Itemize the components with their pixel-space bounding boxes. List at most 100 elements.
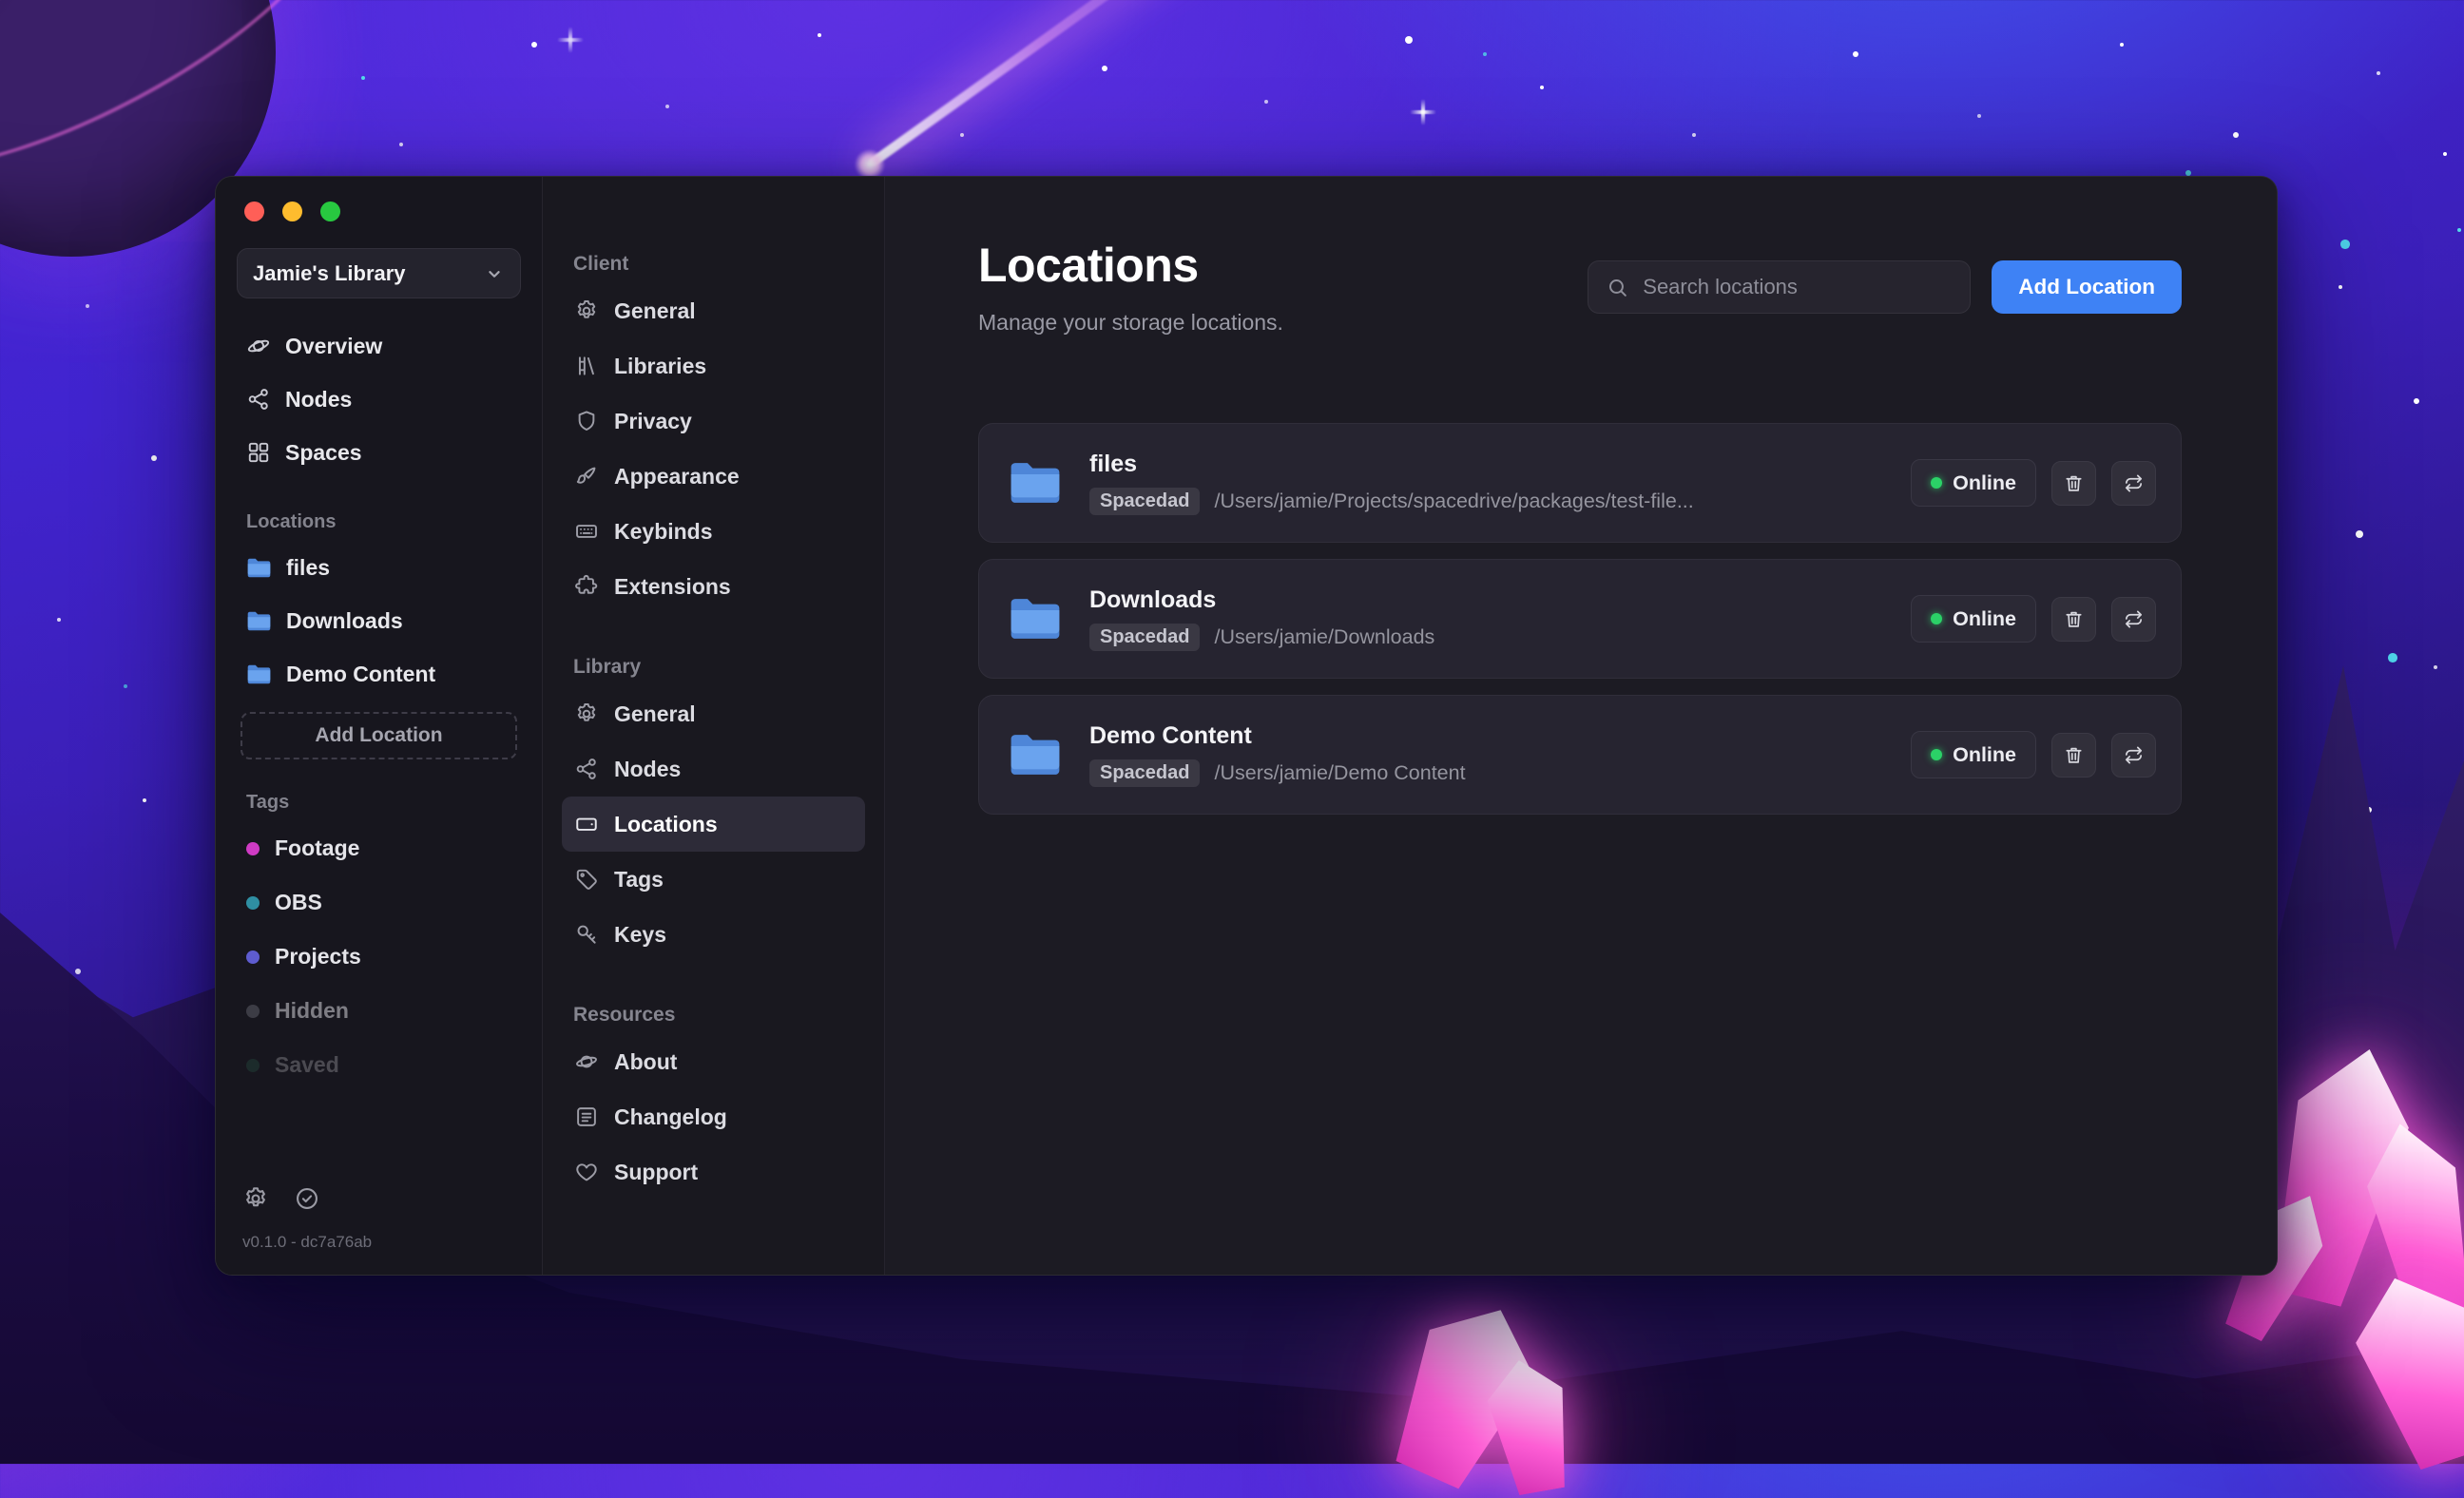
tag-dot xyxy=(246,950,260,964)
search-input[interactable] xyxy=(1643,275,1954,299)
settings-item-keys[interactable]: Keys xyxy=(562,907,865,962)
check-circle-icon[interactable] xyxy=(294,1185,320,1212)
settings-item-label: General xyxy=(614,298,696,323)
settings-item-label: Tags xyxy=(614,866,664,892)
locations-icon xyxy=(574,812,599,836)
settings-item-label: Privacy xyxy=(614,408,692,433)
settings-item-extensions[interactable]: Extensions xyxy=(562,559,865,614)
sidebar-tag-saved[interactable]: Saved xyxy=(237,1038,521,1092)
status-label: Online xyxy=(1953,606,2016,630)
close-window-button[interactable] xyxy=(244,202,264,221)
delete-location-button[interactable] xyxy=(2051,732,2096,778)
tag-icon xyxy=(574,867,599,892)
settings-item-label: Changelog xyxy=(614,1104,727,1129)
sidebar-item-spaces[interactable]: Spaces xyxy=(237,426,521,479)
settings-section-resources: Resources xyxy=(573,1004,676,1026)
sidebar-item-nodes[interactable]: Nodes xyxy=(237,373,521,426)
sidebar-add-location-button[interactable]: Add Location xyxy=(241,712,517,759)
key-icon xyxy=(574,922,599,947)
add-location-button[interactable]: Add Location xyxy=(1992,260,2182,314)
sidebar-nav: Overview Nodes Spaces xyxy=(237,319,521,479)
minimize-window-button[interactable] xyxy=(282,202,302,221)
puzzle-icon xyxy=(574,574,599,599)
trash-icon xyxy=(2063,744,2085,766)
sidebar-location-label: Downloads xyxy=(286,607,403,633)
delete-location-button[interactable] xyxy=(2051,596,2096,642)
sidebar-tag-obs[interactable]: OBS xyxy=(237,875,521,930)
settings-item-locations[interactable]: Locations xyxy=(562,797,865,852)
sidebar-tag-projects[interactable]: Projects xyxy=(237,930,521,984)
status-label: Online xyxy=(1953,471,2016,494)
gear-icon xyxy=(574,701,599,726)
settings-item-changelog[interactable]: Changelog xyxy=(562,1089,865,1144)
spacedrive-window: Jamie's Library Overview Nodes Spaces Lo… xyxy=(215,176,2278,1276)
settings-item-label: Support xyxy=(614,1159,699,1184)
location-actions: Online xyxy=(1911,595,2156,643)
settings-item-label: Appearance xyxy=(614,463,740,489)
rescan-location-button[interactable] xyxy=(2111,460,2156,506)
settings-item-privacy[interactable]: Privacy xyxy=(562,394,865,449)
tag-label: Projects xyxy=(275,944,361,969)
settings-gear-icon[interactable] xyxy=(242,1185,269,1212)
settings-item-about[interactable]: About xyxy=(562,1034,865,1089)
location-card-demo-content[interactable]: Demo Content Spacedad /Users/jamie/Demo … xyxy=(978,695,2182,815)
nodes-icon xyxy=(246,387,271,412)
tag-dot xyxy=(246,895,260,910)
settings-item-client-general[interactable]: General xyxy=(562,283,865,338)
trash-icon xyxy=(2063,472,2085,494)
rescan-location-button[interactable] xyxy=(2111,732,2156,778)
tag-dot xyxy=(246,841,260,855)
sidebar-location-downloads[interactable]: Downloads xyxy=(237,594,521,647)
status-label: Online xyxy=(1953,742,2016,766)
settings-item-appearance[interactable]: Appearance xyxy=(562,449,865,504)
sidebar-location-files[interactable]: files xyxy=(237,541,521,594)
settings-item-library-nodes[interactable]: Nodes xyxy=(562,741,865,797)
location-card-downloads[interactable]: Downloads Spacedad /Users/jamie/Download… xyxy=(978,559,2182,679)
libraries-icon xyxy=(574,354,599,378)
locations-section-header: Locations xyxy=(246,511,337,532)
settings-item-libraries[interactable]: Libraries xyxy=(562,338,865,394)
settings-item-label: Extensions xyxy=(614,573,731,599)
settings-item-tags[interactable]: Tags xyxy=(562,852,865,907)
settings-item-library-general[interactable]: General xyxy=(562,686,865,741)
location-card-files[interactable]: files Spacedad /Users/jamie/Projects/spa… xyxy=(978,423,2182,543)
folder-icon xyxy=(1008,596,1063,642)
sidebar-item-label: Spaces xyxy=(285,439,362,465)
heart-icon xyxy=(574,1160,599,1184)
location-name: Demo Content xyxy=(1089,722,1252,749)
sidebar-item-overview[interactable]: Overview xyxy=(237,319,521,373)
status-badge: Online xyxy=(1911,731,2036,778)
planet-icon xyxy=(246,334,271,358)
settings-item-label: Nodes xyxy=(614,756,682,781)
window-controls xyxy=(237,202,521,221)
rescan-location-button[interactable] xyxy=(2111,596,2156,642)
delete-location-button[interactable] xyxy=(2051,460,2096,506)
sidebar-tag-hidden[interactable]: Hidden xyxy=(237,984,521,1038)
folder-icon xyxy=(1008,460,1063,506)
library-selector[interactable]: Jamie's Library xyxy=(237,248,521,298)
sidebar-location-demo-content[interactable]: Demo Content xyxy=(237,647,521,701)
locations-page: Locations Manage your storage locations.… xyxy=(885,177,2277,1275)
status-badge: Online xyxy=(1911,595,2036,643)
sidebar-location-label: files xyxy=(286,554,331,580)
spaces-icon xyxy=(246,440,271,465)
page-header: Locations Manage your storage locations.… xyxy=(978,238,2182,336)
settings-item-label: Libraries xyxy=(614,353,707,378)
sidebar-location-label: Demo Content xyxy=(286,661,436,686)
trash-icon xyxy=(2063,608,2085,630)
globe-icon xyxy=(574,1049,599,1074)
settings-item-label: Keys xyxy=(614,921,666,947)
sidebar-tag-footage[interactable]: Footage xyxy=(237,821,521,875)
folder-icon xyxy=(246,663,272,685)
location-path: /Users/jamie/Downloads xyxy=(1214,625,1435,648)
zoom-window-button[interactable] xyxy=(320,202,340,221)
folder-icon xyxy=(1008,732,1063,778)
node-badge: Spacedad xyxy=(1089,488,1201,515)
settings-item-keybinds[interactable]: Keybinds xyxy=(562,504,865,559)
settings-item-support[interactable]: Support xyxy=(562,1144,865,1200)
library-sidebar: Jamie's Library Overview Nodes Spaces Lo… xyxy=(216,177,543,1275)
tag-dot xyxy=(246,1004,260,1018)
node-badge: Spacedad xyxy=(1089,624,1201,651)
status-badge: Online xyxy=(1911,459,2036,507)
chevron-down-icon xyxy=(484,263,505,284)
